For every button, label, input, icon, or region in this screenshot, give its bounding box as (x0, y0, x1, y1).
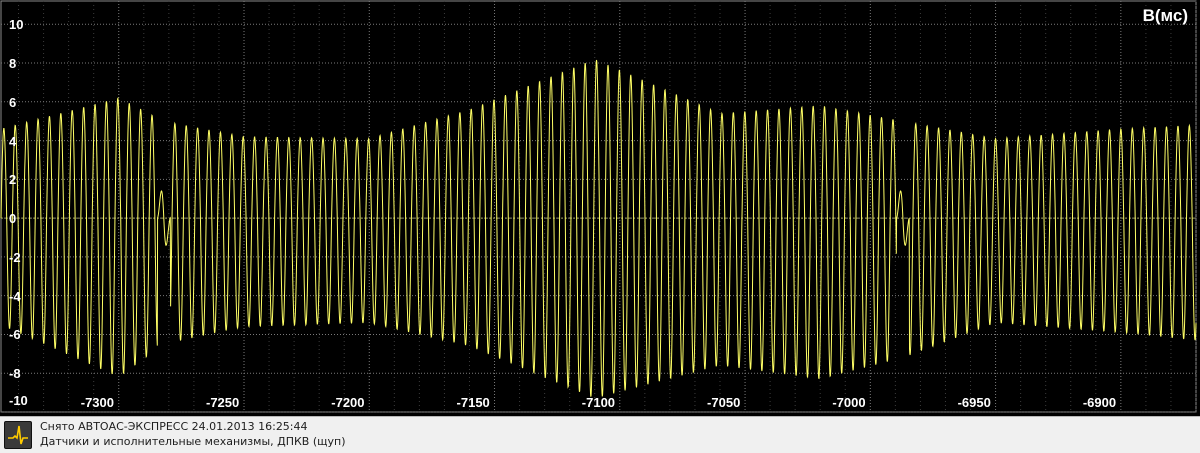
y-tick-label: -2 (9, 249, 21, 265)
x-tick-label: -7050 (707, 395, 741, 410)
chart-canvas (0, 0, 1197, 413)
y-tick-label: 2 (9, 172, 17, 188)
y-tick-label: -6 (9, 327, 21, 343)
y-tick-label: -10 (9, 393, 28, 408)
oscilloscope-waveform-icon (4, 421, 32, 449)
sensor-info-text: Датчики и исполнительные механизмы, ДПКВ… (40, 435, 346, 448)
y-tick-label: -8 (9, 366, 21, 382)
y-tick-label: 0 (9, 211, 17, 227)
oscillogram-chart[interactable]: 10 8 6 4 2 0 -2 -4 -6 -8 -10 -7300 -7250 -7200 -7150 -… (0, 0, 1200, 416)
x-tick-label: -7000 (832, 395, 866, 410)
y-tick-label: 8 (9, 56, 17, 72)
x-tick-label: -7100 (581, 395, 616, 410)
y-tick-label: -4 (9, 288, 21, 304)
x-tick-label: -6900 (1082, 395, 1117, 410)
y-tick-label: 6 (9, 94, 17, 110)
x-tick-label: -7300 (80, 395, 114, 410)
status-bar: Снято АВТОАС-ЭКСПРЕСС 24.01.2013 16:25:4… (0, 416, 1200, 453)
capture-info-text: Снято АВТОАС-ЭКСПРЕСС 24.01.2013 16:25:4… (40, 420, 308, 433)
x-tick-label: -7250 (206, 395, 240, 410)
x-tick-label: -6950 (957, 395, 991, 410)
x-tick-label: -7200 (331, 395, 365, 410)
x-tick-label: -7150 (456, 395, 490, 410)
y-tick-label: 10 (9, 17, 24, 33)
y-tick-label: 4 (9, 133, 17, 149)
unit-label: В(мс) (1142, 6, 1188, 25)
